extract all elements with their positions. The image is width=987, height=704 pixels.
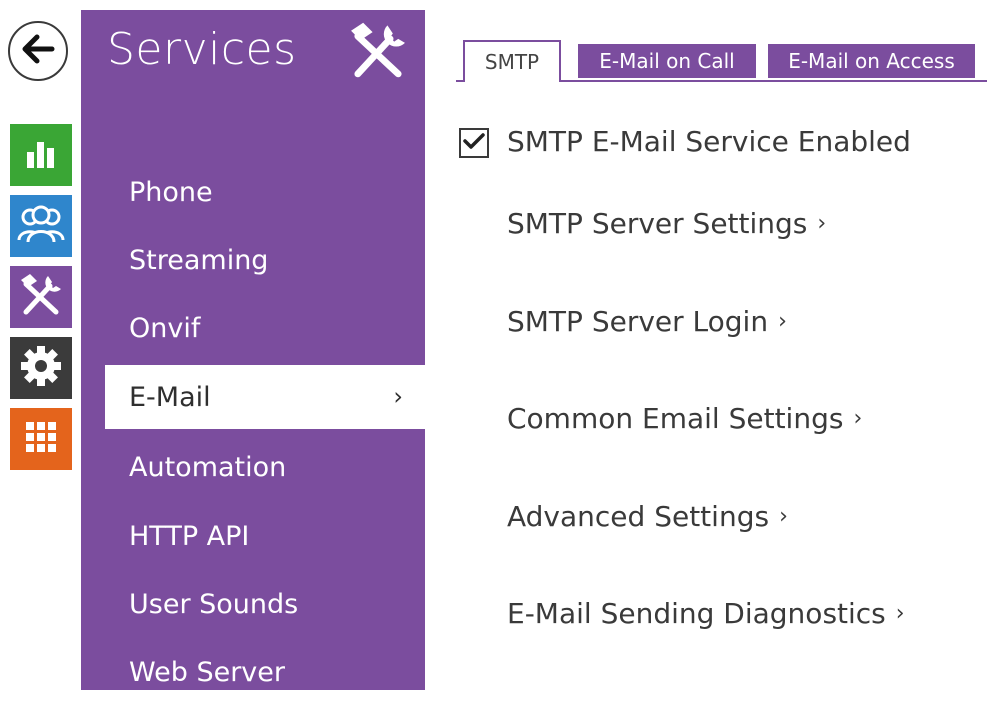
services-panel: Services Phone Streaming Onvif E-Mail › … — [81, 10, 425, 690]
nav-item-streaming[interactable]: Streaming — [105, 228, 425, 292]
nav-item-email[interactable]: E-Mail › — [105, 365, 425, 429]
section-label: Common Email Settings — [507, 402, 844, 435]
chevron-right-icon: › — [895, 601, 905, 626]
users-icon — [17, 204, 65, 248]
grid-icon — [26, 422, 56, 456]
nav-users-tile[interactable] — [10, 195, 72, 257]
panel-title: Services — [107, 24, 297, 75]
tab-smtp[interactable]: SMTP — [463, 40, 561, 82]
smtp-enabled-checkbox[interactable] — [459, 128, 489, 158]
nav-services-tile[interactable] — [10, 266, 72, 328]
chevron-right-icon: › — [853, 406, 863, 431]
nav-system-tile[interactable] — [10, 337, 72, 399]
link-smtp-server-settings[interactable]: SMTP Server Settings › — [507, 207, 826, 240]
nav-status-tile[interactable] — [10, 124, 72, 186]
nav-item-label: E-Mail — [129, 381, 211, 413]
link-email-sending-diagnostics[interactable]: E-Mail Sending Diagnostics › — [507, 597, 905, 630]
section-label: SMTP Server Login — [507, 305, 769, 338]
tools-icon — [347, 20, 409, 86]
link-smtp-server-login[interactable]: SMTP Server Login › — [507, 305, 787, 338]
tab-label: E-Mail on Access — [788, 49, 955, 73]
nav-item-label: HTTP API — [129, 520, 250, 552]
back-button[interactable] — [8, 21, 68, 81]
nav-item-label: Onvif — [129, 312, 201, 344]
link-advanced-settings[interactable]: Advanced Settings › — [507, 500, 788, 533]
tab-email-on-access[interactable]: E-Mail on Access — [768, 44, 975, 78]
tools-icon — [18, 272, 64, 322]
nav-apps-tile[interactable] — [10, 408, 72, 470]
smtp-enabled-label[interactable]: SMTP E-Mail Service Enabled — [507, 125, 911, 158]
tab-email-on-call[interactable]: E-Mail on Call — [578, 44, 756, 78]
chevron-right-icon: › — [778, 309, 787, 334]
chevron-right-icon: › — [817, 211, 827, 236]
section-label: E-Mail Sending Diagnostics — [507, 597, 886, 630]
tab-label: SMTP — [484, 50, 540, 74]
nav-item-user-sounds[interactable]: User Sounds — [105, 572, 425, 636]
link-common-email-settings[interactable]: Common Email Settings › — [507, 402, 862, 435]
nav-item-automation[interactable]: Automation — [105, 435, 425, 499]
section-label: Advanced Settings — [507, 500, 770, 533]
nav-item-http-api[interactable]: HTTP API — [105, 504, 425, 568]
tab-label: E-Mail on Call — [599, 49, 735, 73]
chevron-right-icon: › — [393, 382, 403, 411]
nav-item-label: Phone — [129, 176, 213, 208]
chevron-right-icon: › — [779, 504, 788, 529]
nav-item-label: Automation — [129, 451, 287, 483]
checkmark-icon — [463, 132, 485, 154]
nav-item-label: User Sounds — [129, 588, 299, 620]
section-label: SMTP Server Settings — [507, 207, 808, 240]
back-icon — [21, 34, 55, 68]
nav-item-web-server[interactable]: Web Server — [105, 640, 425, 704]
gear-icon — [19, 344, 63, 392]
nav-item-label: Web Server — [129, 656, 285, 688]
nav-item-label: Streaming — [129, 244, 269, 276]
nav-item-onvif[interactable]: Onvif — [105, 296, 425, 360]
nav-item-phone[interactable]: Phone — [105, 160, 425, 224]
bar-chart-icon — [24, 136, 58, 174]
